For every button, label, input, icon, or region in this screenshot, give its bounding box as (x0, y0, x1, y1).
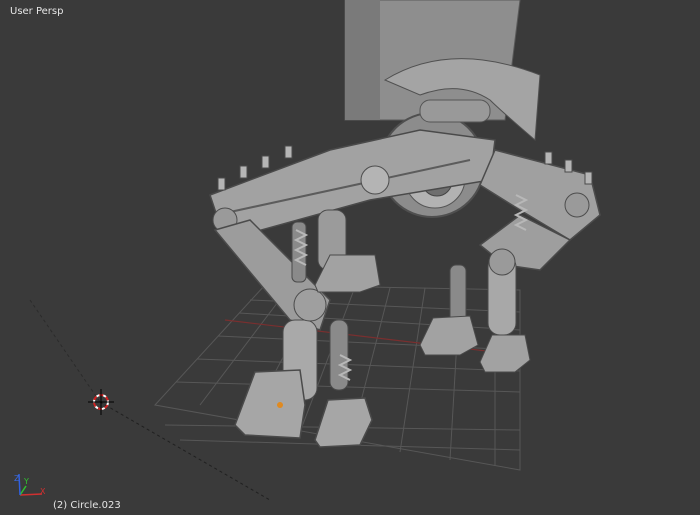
guide-line (29, 299, 101, 403)
3d-cursor-icon[interactable] (88, 389, 114, 415)
robot-model[interactable] (209, 0, 601, 448)
view-name-label: User Persp (10, 6, 64, 17)
3d-viewport[interactable]: Z Y X User Persp (2) Circle.023 (0, 0, 700, 515)
foot-front-left-2 (314, 397, 373, 448)
foot-right-back (419, 315, 479, 356)
axis-x-label: X (40, 487, 46, 496)
foot-right-front (479, 334, 531, 373)
foot-front-left (234, 369, 306, 439)
axis-z-label: Z (14, 474, 20, 483)
active-object-label: (2) Circle.023 (53, 500, 121, 511)
axis-gizmo: Z Y X (14, 473, 46, 496)
scene[interactable]: Z Y X (0, 0, 700, 515)
axis-y-label: Y (23, 477, 29, 486)
